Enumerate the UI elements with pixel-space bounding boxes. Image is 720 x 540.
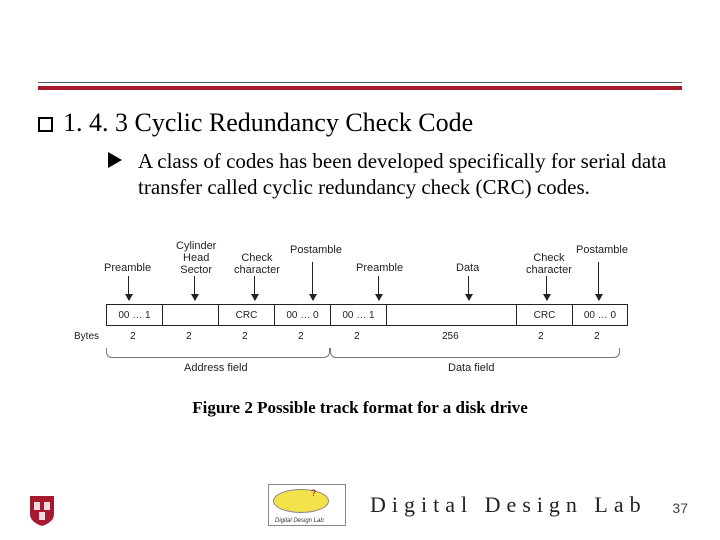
lab-logo-icon: ? Digital Design Lab — [268, 484, 346, 526]
cell-postamble-1: 00 … 0 — [274, 304, 330, 326]
figure-track-format: Preamble Cylinder Head Sector Check char… — [98, 232, 628, 380]
bytes-8: 2 — [594, 331, 600, 342]
body-paragraph: A class of codes has been developed spec… — [138, 148, 678, 201]
bytes-6: 256 — [442, 331, 459, 342]
bytes-7: 2 — [538, 331, 544, 342]
bytes-4: 2 — [298, 331, 304, 342]
arrow-down-icon — [312, 262, 313, 300]
cell-chs — [162, 304, 218, 326]
logo-caption: Digital Design Lab — [275, 518, 324, 524]
footer: ? Digital Design Lab Digital Design Lab … — [0, 484, 720, 540]
arrow-down-icon — [546, 276, 547, 300]
brace-data-label: Data field — [448, 362, 494, 374]
logo-mark: ? — [311, 488, 316, 498]
square-bullet-icon — [38, 117, 53, 132]
cell-preamble-2: 00 … 1 — [330, 304, 386, 326]
bytes-2: 2 — [186, 331, 192, 342]
label-postamble-2: Postamble — [576, 244, 628, 256]
cell-data — [386, 304, 516, 326]
cell-crc-1: CRC — [218, 304, 274, 326]
label-postamble-1: Postamble — [290, 244, 342, 256]
arrow-down-icon — [378, 276, 379, 300]
cell-preamble-1: 00 … 1 — [106, 304, 162, 326]
label-chs: Cylinder Head Sector — [176, 240, 216, 276]
arrow-down-icon — [194, 276, 195, 300]
divider-thick — [38, 86, 682, 90]
section-heading: 1. 4. 3 Cyclic Redundancy Check Code — [38, 108, 473, 138]
heading-text: 1. 4. 3 Cyclic Redundancy Check Code — [63, 108, 473, 138]
cell-postamble-2: 00 … 0 — [572, 304, 628, 326]
triangle-bullet-icon — [108, 152, 122, 168]
arrow-down-icon — [468, 276, 469, 300]
label-check-1: Check character — [234, 252, 280, 276]
arrow-down-icon — [598, 262, 599, 300]
footer-title: Digital Design Lab — [370, 492, 647, 518]
bytes-3: 2 — [242, 331, 248, 342]
label-preamble-1: Preamble — [104, 262, 151, 274]
label-check-2: Check character — [526, 252, 572, 276]
bytes-label: Bytes — [74, 331, 99, 342]
bytes-5: 2 — [354, 331, 360, 342]
page-number: 37 — [672, 500, 688, 516]
label-data: Data — [456, 262, 479, 274]
arrow-down-icon — [128, 276, 129, 300]
brace-address — [106, 348, 330, 358]
bytes-1: 2 — [130, 331, 136, 342]
cells-row: 00 … 1 CRC 00 … 0 00 … 1 CRC 00 … 0 — [106, 304, 628, 326]
cell-crc-2: CRC — [516, 304, 572, 326]
divider-thin — [38, 82, 682, 83]
label-preamble-2: Preamble — [356, 262, 403, 274]
figure-caption: Figure 2 Possible track format for a dis… — [0, 398, 720, 418]
brace-address-label: Address field — [184, 362, 248, 374]
arrow-down-icon — [254, 276, 255, 300]
shield-logo-icon — [30, 496, 54, 526]
brace-data — [330, 348, 620, 358]
